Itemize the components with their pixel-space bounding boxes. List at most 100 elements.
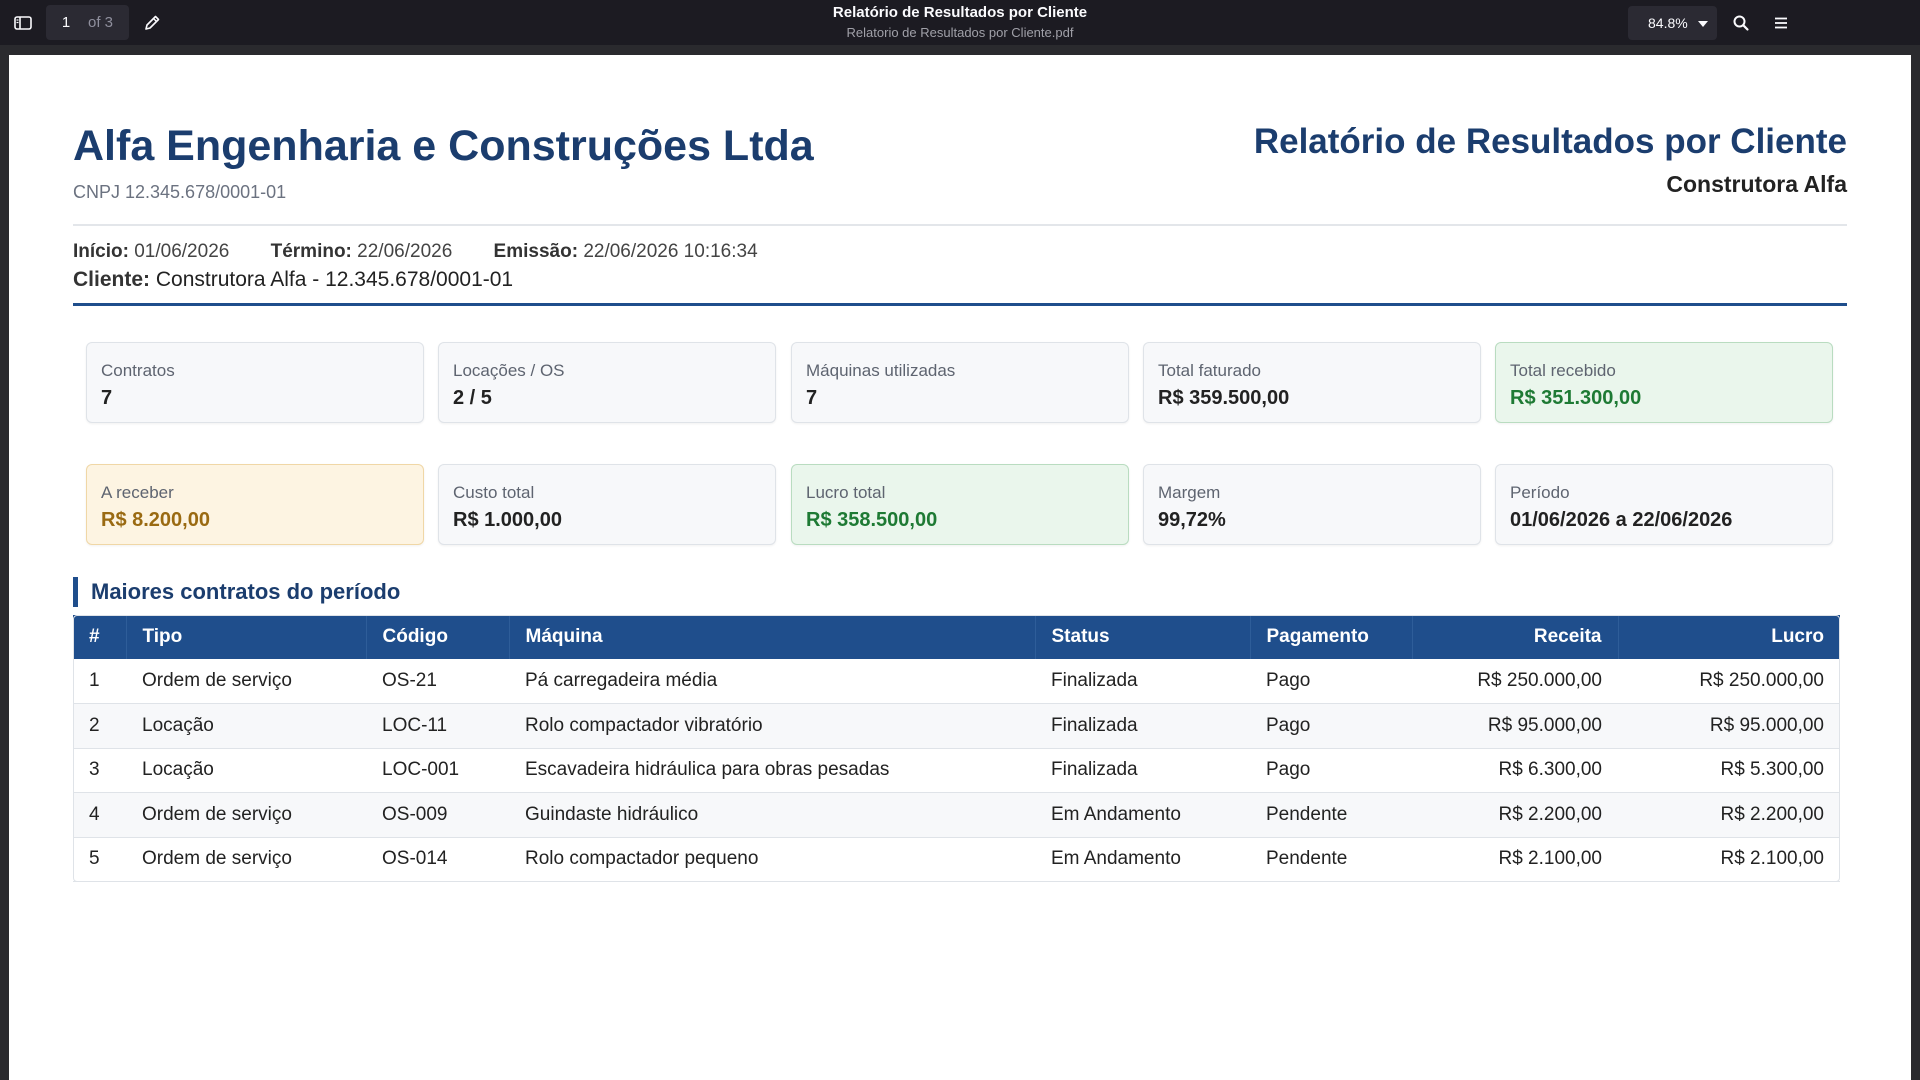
card-locacoes-os: Locações / OS 2 / 5 — [438, 342, 776, 423]
pencil-icon[interactable] — [141, 12, 163, 34]
card-lucro-total: Lucro total R$ 358.500,00 — [791, 464, 1129, 545]
cell-status: Em Andamento — [1035, 837, 1250, 882]
report-client-name: Construtora Alfa — [1666, 171, 1847, 197]
cell-codigo: OS-21 — [366, 659, 509, 704]
cell-tipo: Ordem de serviço — [126, 659, 366, 704]
cell-receita: R$ 95.000,00 — [1412, 703, 1618, 749]
section-title: Maiores contratos do período — [73, 577, 400, 607]
report-title: Relatório de Resultados por Cliente — [1253, 122, 1847, 161]
company-cnpj: CNPJ 12.345.678/0001-01 — [73, 182, 287, 202]
card-label: Lucro total — [806, 483, 886, 502]
table-row: 5 Ordem de serviço OS-014 Rolo compactad… — [73, 837, 1840, 882]
cell-tipo: Ordem de serviço — [126, 792, 366, 838]
report-meta: Início: 01/06/2026 Término: 22/06/2026 E… — [73, 241, 794, 263]
cell-pagamento: Pago — [1250, 703, 1412, 749]
page-total-label: of 3 — [88, 14, 114, 31]
table-row: 2 Locação LOC-11 Rolo compactador vibrat… — [73, 703, 1840, 749]
page-number-input[interactable] — [46, 5, 86, 40]
meta-start: Início: 01/06/2026 — [73, 241, 229, 262]
cell-lucro: R$ 250.000,00 — [1618, 659, 1840, 704]
hamburger-menu-icon[interactable] — [1770, 12, 1792, 34]
cell-pagamento: Pago — [1250, 748, 1412, 793]
page-number-control: of 3 — [46, 5, 129, 40]
meta-issued: Emissão: 22/06/2026 10:16:34 — [494, 241, 758, 262]
card-label: Total recebido — [1510, 361, 1616, 380]
cell-codigo: LOC-001 — [366, 748, 509, 793]
cell-status: Em Andamento — [1035, 792, 1250, 838]
cell-lucro: R$ 5.300,00 — [1618, 748, 1840, 793]
chevron-down-icon — [1698, 21, 1708, 27]
cell-lucro: R$ 2.200,00 — [1618, 792, 1840, 838]
cell-lucro: R$ 95.000,00 — [1618, 703, 1840, 749]
search-icon[interactable] — [1730, 12, 1752, 34]
card-label: Período — [1510, 483, 1570, 502]
card-label: Margem — [1158, 483, 1221, 502]
pdf-page: Alfa Engenharia e Construções Ltda CNPJ … — [9, 55, 1911, 1080]
col-header-codigo: Código — [366, 615, 510, 659]
col-header-maquina: Máquina — [509, 615, 1036, 659]
cell-index: 5 — [73, 837, 126, 882]
table-row: 1 Ordem de serviço OS-21 Pá carregadeira… — [73, 659, 1840, 704]
card-custo-total: Custo total R$ 1.000,00 — [438, 464, 776, 545]
card-a-receber: A receber R$ 8.200,00 — [86, 464, 424, 545]
cell-receita: R$ 250.000,00 — [1412, 659, 1618, 704]
pdf-viewer-toolbar: of 3 Relatório de Resultados por Cliente… — [0, 0, 1920, 45]
col-header-status: Status — [1035, 615, 1251, 659]
card-value: 7 — [806, 387, 818, 409]
meta-end-label: Término: — [270, 241, 352, 262]
card-value: R$ 1.000,00 — [453, 509, 562, 531]
cell-pagamento: Pendente — [1250, 792, 1412, 838]
col-header-pagamento: Pagamento — [1250, 615, 1413, 659]
meta-client-label: Cliente: — [73, 268, 151, 291]
card-label: Custo total — [453, 483, 535, 502]
cell-codigo: LOC-11 — [366, 703, 509, 749]
table-header-row: # Tipo Código Máquina Status Pagamento R… — [73, 615, 1840, 659]
meta-end-value: 22/06/2026 — [357, 241, 453, 262]
meta-issued-label: Emissão: — [493, 241, 579, 262]
meta-start-label: Início: — [73, 241, 129, 262]
cell-maquina: Pá carregadeira média — [509, 659, 1035, 704]
col-header-tipo: Tipo — [126, 615, 367, 659]
zoom-select[interactable]: 84.8% — [1628, 6, 1717, 40]
cell-receita: R$ 2.200,00 — [1412, 792, 1618, 838]
card-total-recebido: Total recebido R$ 351.300,00 — [1495, 342, 1833, 423]
cell-tipo: Ordem de serviço — [126, 837, 366, 882]
card-value: 99,72% — [1158, 509, 1226, 531]
col-header-receita: Receita — [1412, 615, 1619, 659]
cell-lucro: R$ 2.100,00 — [1618, 837, 1840, 882]
company-name: Alfa Engenharia e Construções Ltda — [73, 122, 814, 170]
col-header-index: # — [73, 615, 127, 659]
cell-maquina: Guindaste hidráulico — [509, 792, 1035, 838]
cell-tipo: Locação — [126, 748, 366, 793]
meta-issued-value: 22/06/2026 10:16:34 — [583, 241, 758, 262]
cell-maquina: Rolo compactador vibratório — [509, 703, 1035, 749]
document-title: Relatório de Resultados por Cliente — [832, 4, 1088, 21]
cell-pagamento: Pendente — [1250, 837, 1412, 882]
cell-receita: R$ 2.100,00 — [1412, 837, 1618, 882]
col-header-lucro: Lucro — [1618, 615, 1840, 659]
cell-index: 4 — [73, 792, 126, 838]
meta-divider — [73, 303, 1847, 306]
card-value: 2 / 5 — [453, 387, 492, 409]
card-label: Total faturado — [1158, 361, 1262, 380]
meta-client: Cliente: Construtora Alfa - 12.345.678/0… — [73, 268, 513, 292]
card-label: A receber — [101, 483, 174, 502]
meta-start-value: 01/06/2026 — [134, 241, 230, 262]
table-row: 4 Ordem de serviço OS-009 Guindaste hidr… — [73, 792, 1840, 838]
table-row: 3 Locação LOC-001 Escavadeira hidráulica… — [73, 748, 1840, 793]
card-value: R$ 8.200,00 — [101, 509, 210, 531]
card-margem: Margem 99,72% — [1143, 464, 1481, 545]
cell-receita: R$ 6.300,00 — [1412, 748, 1618, 793]
card-label: Locações / OS — [453, 361, 565, 380]
card-label: Máquinas utilizadas — [806, 361, 956, 380]
card-value: R$ 358.500,00 — [806, 509, 938, 531]
sidebar-toggle-icon[interactable] — [12, 12, 34, 34]
cell-index: 1 — [73, 659, 126, 704]
header-divider — [73, 224, 1847, 226]
cell-index: 2 — [73, 703, 126, 749]
cell-tipo: Locação — [126, 703, 366, 749]
card-label: Contratos — [101, 361, 175, 380]
card-value: 7 — [101, 387, 113, 409]
contracts-table: # Tipo Código Máquina Status Pagamento R… — [73, 615, 1840, 882]
card-maquinas: Máquinas utilizadas 7 — [791, 342, 1129, 423]
